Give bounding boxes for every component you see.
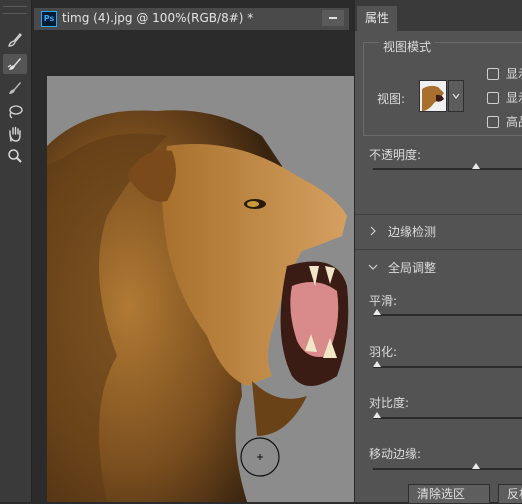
zoom-icon — [8, 149, 22, 163]
divider — [355, 249, 522, 250]
image-canvas[interactable] — [47, 76, 354, 502]
feather-slider-thumb[interactable] — [373, 361, 381, 367]
opacity-slider[interactable] — [373, 163, 522, 170]
opacity-label: 不透明度: — [369, 148, 422, 162]
show-edge-label: 显示 — [506, 67, 522, 81]
opacity-slider-thumb[interactable] — [471, 163, 480, 169]
edge-detection-title: 边缘检测 — [388, 225, 437, 239]
shift-edge-slider[interactable] — [373, 463, 522, 470]
view-dropdown[interactable] — [448, 80, 464, 112]
feather-slider[interactable] — [373, 361, 522, 368]
feather-label: 羽化: — [369, 345, 398, 359]
shift-edge-slider-thumb[interactable] — [471, 463, 480, 469]
high-quality-label: 高品 — [506, 115, 522, 129]
properties-panel: 属性 视图模式 视图: 显示 显示 高品 不透明度: 边缘检测 全局调整 平 — [354, 0, 522, 502]
refine-edge-brush-icon — [7, 58, 21, 70]
zoom-tool[interactable] — [3, 146, 27, 166]
clear-selection-button[interactable]: 清除选区 — [408, 484, 490, 504]
lion-thumbnail-icon — [420, 81, 446, 111]
photoshop-icon: Ps — [41, 11, 57, 27]
shift-edge-label: 移动边缘: — [369, 447, 422, 461]
panel-grip[interactable] — [3, 6, 27, 14]
minimize-button[interactable] — [322, 10, 344, 26]
smooth-label: 平滑: — [369, 294, 398, 308]
hand-icon — [9, 126, 21, 142]
show-edge-checkbox[interactable] — [487, 68, 499, 80]
document-title: timg (4).jpg @ 100%(RGB/8#) * — [62, 11, 254, 25]
invert-button[interactable]: 反相 — [498, 484, 522, 504]
tab-properties[interactable]: 属性 — [357, 6, 397, 31]
global-refine-title: 全局调整 — [388, 261, 437, 275]
smooth-slider[interactable] — [373, 309, 522, 316]
show-original-label: 显示 — [506, 91, 522, 105]
brush-icon — [9, 82, 21, 94]
chevron-down-icon — [452, 93, 460, 99]
chevron-right-icon — [370, 226, 376, 236]
quick-selection-tool[interactable] — [3, 30, 27, 50]
edge-detection-section[interactable]: 边缘检测 — [355, 215, 522, 247]
view-label: 视图: — [377, 92, 406, 106]
document-tab[interactable]: Ps timg (4).jpg @ 100%(RGB/8#) * — [33, 7, 350, 31]
contrast-slider-thumb[interactable] — [373, 412, 381, 418]
quick-selection-brush-icon — [8, 33, 22, 47]
show-original-checkbox[interactable] — [487, 92, 499, 104]
contrast-slider[interactable] — [373, 412, 522, 419]
lasso-tool[interactable] — [3, 102, 27, 122]
view-thumbnail[interactable] — [419, 80, 447, 112]
refine-edge-brush-tool[interactable] — [3, 54, 27, 74]
lion-image — [47, 76, 354, 502]
view-mode-title: 视图模式 — [379, 38, 436, 55]
hand-tool[interactable] — [3, 124, 27, 144]
brush-tool[interactable] — [3, 78, 27, 98]
tools-panel — [0, 0, 32, 502]
chevron-down-icon — [368, 264, 378, 270]
contrast-label: 对比度: — [369, 396, 410, 410]
minimize-icon — [329, 17, 337, 19]
global-refine-section[interactable]: 全局调整 — [355, 251, 522, 283]
smooth-slider-thumb[interactable] — [373, 309, 381, 315]
lasso-icon — [9, 105, 23, 119]
high-quality-checkbox[interactable] — [487, 116, 499, 128]
